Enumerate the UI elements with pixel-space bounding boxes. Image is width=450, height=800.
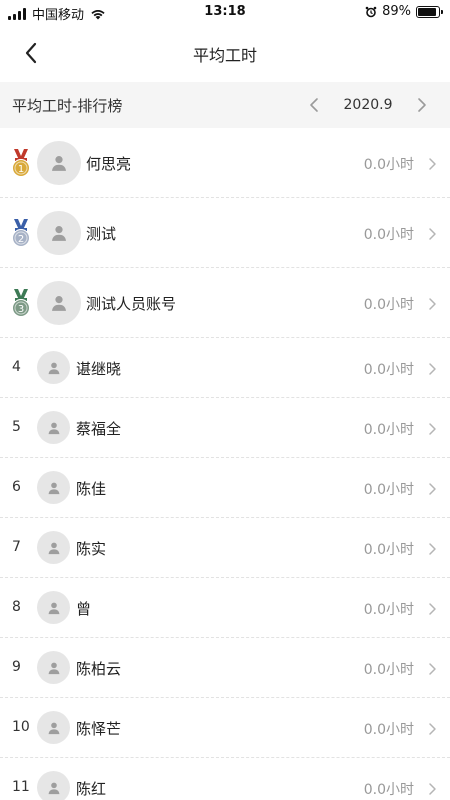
battery-fill bbox=[418, 7, 436, 16]
ranking-row[interactable]: 3 测试人员账号 0.0小时 bbox=[0, 268, 450, 338]
chevron-right-icon bbox=[426, 421, 438, 435]
ranking-row[interactable]: 4 谌继晓 0.0小时 bbox=[0, 338, 450, 398]
ranking-row[interactable]: 6 陈佳 0.0小时 bbox=[0, 458, 450, 518]
avatar bbox=[37, 281, 81, 325]
month-switcher: 2020.9 bbox=[304, 92, 432, 118]
chevron-right-icon bbox=[426, 481, 438, 495]
rank-number: 9 bbox=[12, 659, 21, 675]
rank-number: 10 bbox=[12, 719, 30, 735]
avatar bbox=[37, 411, 70, 444]
average-hours: 0.0小时 bbox=[363, 157, 414, 173]
status-right: 89% bbox=[365, 4, 443, 19]
ranking-title: 平均工时-排行榜 bbox=[12, 97, 123, 115]
average-hours: 0.0小时 bbox=[363, 227, 414, 243]
average-hours: 0.0小时 bbox=[363, 422, 414, 438]
avatar bbox=[37, 471, 70, 504]
user-icon bbox=[48, 602, 59, 614]
avatar bbox=[37, 351, 70, 384]
medal-rank: 2 bbox=[18, 234, 24, 245]
member-name: 陈红 bbox=[76, 780, 107, 798]
user-icon bbox=[52, 156, 66, 171]
member-name: 测试人员账号 bbox=[86, 295, 177, 313]
chevron-right-icon bbox=[426, 156, 438, 170]
rank-number: 11 bbox=[12, 779, 30, 795]
chevron-right-icon bbox=[426, 226, 438, 240]
ranking-header: 平均工时-排行榜 2020.9 bbox=[0, 82, 450, 128]
rank-number: 8 bbox=[12, 599, 21, 615]
average-hours: 0.0小时 bbox=[363, 782, 414, 798]
user-icon bbox=[48, 782, 59, 794]
avatar bbox=[37, 141, 81, 185]
user-icon bbox=[48, 422, 59, 434]
user-icon bbox=[52, 226, 66, 241]
chevron-right-icon bbox=[426, 296, 438, 310]
user-icon bbox=[48, 362, 59, 374]
user-icon bbox=[52, 296, 66, 311]
alarm-icon bbox=[365, 6, 377, 17]
user-icon bbox=[48, 722, 59, 734]
battery-icon bbox=[416, 5, 443, 18]
chevron-right-icon bbox=[418, 98, 426, 112]
avatar bbox=[37, 211, 81, 255]
chevron-left-icon bbox=[310, 98, 318, 112]
ranking-row[interactable]: 10 陈怿芒 0.0小时 bbox=[0, 698, 450, 758]
user-icon bbox=[48, 542, 59, 554]
member-name: 陈柏云 bbox=[76, 660, 122, 678]
average-hours: 0.0小时 bbox=[363, 297, 414, 313]
member-name: 陈佳 bbox=[76, 480, 107, 498]
avatar bbox=[37, 531, 70, 564]
ranking-row[interactable]: 7 陈实 0.0小时 bbox=[0, 518, 450, 578]
member-name: 陈怿芒 bbox=[76, 720, 122, 738]
medal-icon: 1 bbox=[10, 148, 32, 178]
page-title: 平均工时 bbox=[192, 46, 257, 65]
average-hours: 0.0小时 bbox=[363, 662, 414, 678]
ranking-row[interactable]: 8 曾 0.0小时 bbox=[0, 578, 450, 638]
member-name: 谌继晓 bbox=[76, 360, 122, 378]
user-icon bbox=[48, 662, 59, 674]
average-hours: 0.0小时 bbox=[363, 602, 414, 618]
ranking-list: 1 何思亮 0.0小时 2 测试 0.0小时 3 测试人员账号 0.0小时 4 谌继晓 0.0小时 5 蔡… bbox=[0, 128, 450, 800]
medal-rank: 3 bbox=[18, 304, 24, 315]
member-name: 蔡福全 bbox=[76, 420, 122, 438]
member-name: 陈实 bbox=[76, 540, 107, 558]
chevron-right-icon bbox=[426, 601, 438, 615]
avatar bbox=[37, 591, 70, 624]
status-bar: 中国移动 13:18 89% bbox=[0, 0, 450, 24]
average-hours: 0.0小时 bbox=[363, 542, 414, 558]
medal-icon: 2 bbox=[10, 218, 32, 248]
ranking-row[interactable]: 5 蔡福全 0.0小时 bbox=[0, 398, 450, 458]
chevron-right-icon bbox=[426, 781, 438, 795]
previous-month-button[interactable] bbox=[304, 95, 324, 115]
user-icon bbox=[48, 482, 59, 494]
rank-number: 5 bbox=[12, 419, 21, 435]
chevron-right-icon bbox=[426, 361, 438, 375]
medal-rank: 1 bbox=[18, 164, 24, 175]
ranking-row[interactable]: 2 测试 0.0小时 bbox=[0, 198, 450, 268]
next-month-button[interactable] bbox=[412, 95, 432, 115]
member-name: 何思亮 bbox=[86, 155, 132, 173]
chevron-right-icon bbox=[426, 661, 438, 675]
rank-number: 4 bbox=[12, 359, 21, 375]
chevron-right-icon bbox=[426, 721, 438, 735]
avatar bbox=[37, 651, 70, 684]
chevron-right-icon bbox=[426, 541, 438, 555]
ranking-row[interactable]: 9 陈柏云 0.0小时 bbox=[0, 638, 450, 698]
ranking-row[interactable]: 11 陈红 0.0小时 bbox=[0, 758, 450, 800]
battery-percent: 89% bbox=[382, 4, 411, 19]
member-name: 曾 bbox=[76, 600, 92, 618]
member-name: 测试 bbox=[86, 225, 117, 243]
current-month: 2020.9 bbox=[343, 97, 393, 113]
avatar bbox=[37, 771, 70, 800]
rank-number: 6 bbox=[12, 479, 21, 495]
ranking-row[interactable]: 1 何思亮 0.0小时 bbox=[0, 128, 450, 198]
avatar bbox=[37, 711, 70, 744]
navigation-bar: 平均工时 bbox=[0, 24, 450, 82]
rank-number: 7 bbox=[12, 539, 21, 555]
medal-icon: 3 bbox=[10, 288, 32, 318]
average-hours: 0.0小时 bbox=[363, 362, 414, 378]
average-hours: 0.0小时 bbox=[363, 722, 414, 738]
average-hours: 0.0小时 bbox=[363, 482, 414, 498]
